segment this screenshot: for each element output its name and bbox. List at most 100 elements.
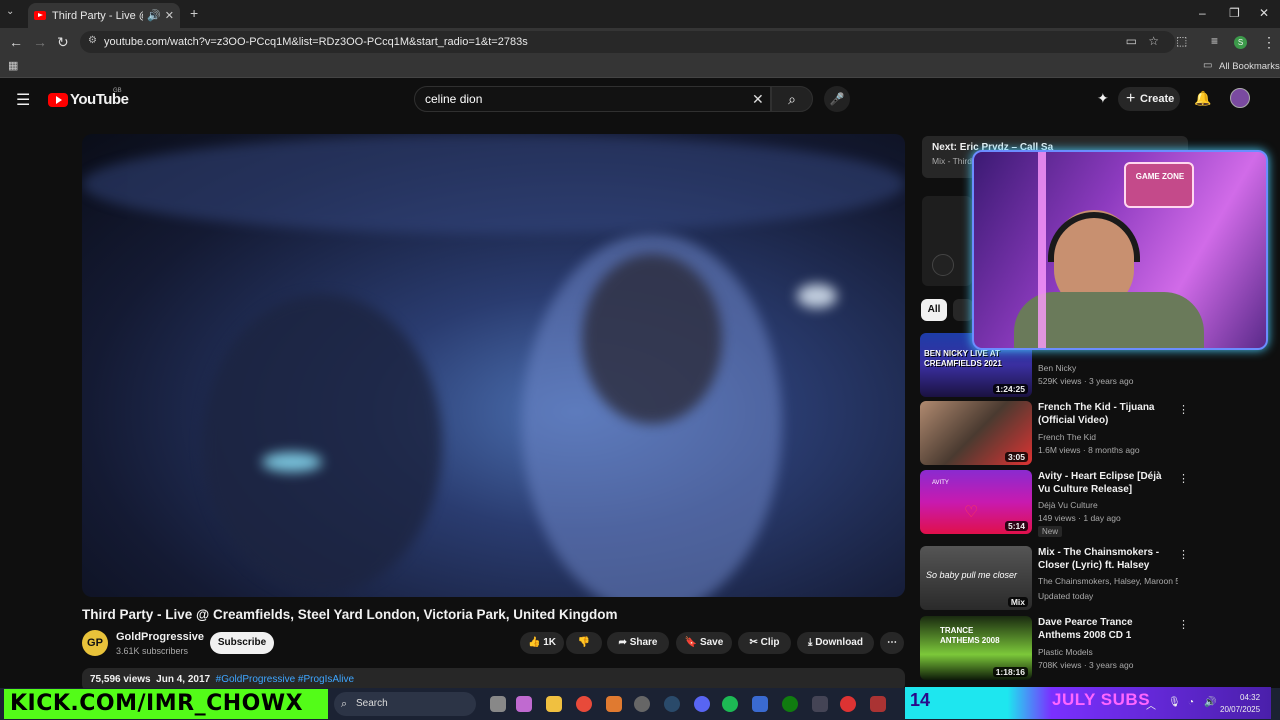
- taskbar-search[interactable]: ⌕ Search: [334, 692, 476, 716]
- task-view-icon[interactable]: [490, 696, 506, 712]
- channel-name[interactable]: The Chainsmokers, Halsey, Maroon 5, an..…: [1038, 576, 1178, 586]
- subscribe-button[interactable]: Subscribe: [210, 632, 274, 654]
- dislike-button[interactable]: 👎: [566, 632, 602, 654]
- search-button[interactable]: ⌕: [771, 86, 813, 112]
- more-options-icon[interactable]: ⋮: [1178, 548, 1189, 561]
- search-input[interactable]: celine dion: [414, 86, 771, 112]
- spotify-icon[interactable]: [722, 696, 738, 712]
- video-frame-dancer: [202, 294, 442, 594]
- reading-list-icon[interactable]: ≡: [1211, 34, 1218, 48]
- bookmark-star-icon[interactable]: ☆: [1148, 34, 1159, 48]
- close-window-icon[interactable]: ✕: [1259, 6, 1269, 20]
- more-options-icon[interactable]: ⋮: [1178, 618, 1189, 631]
- video-title[interactable]: Dave Pearce Trance Anthems 2008 CD 1: [1038, 616, 1166, 642]
- chip-all[interactable]: All: [921, 299, 947, 321]
- webcam-overlay: GAME ZONE: [972, 150, 1268, 350]
- app-icon[interactable]: [840, 696, 856, 712]
- video-title[interactable]: French The Kid - Tijuana (Official Video…: [1038, 401, 1166, 427]
- close-tab-icon[interactable]: ✕: [165, 9, 174, 22]
- voice-search-icon[interactable]: 🎤: [824, 86, 850, 112]
- video-thumbnail: 3:05: [920, 401, 1032, 465]
- forward-icon[interactable]: →: [33, 34, 47, 50]
- wifi-icon[interactable]: ◔: [1188, 697, 1194, 708]
- more-options-icon[interactable]: ⋮: [1178, 403, 1189, 416]
- apps-grid-icon[interactable]: ▦: [8, 59, 18, 72]
- profile-avatar[interactable]: S: [1234, 36, 1247, 49]
- copilot-icon[interactable]: [516, 696, 532, 712]
- scissors-icon: ✂: [749, 637, 758, 648]
- recommended-video[interactable]: TRANCE ANTHEMS 2008 1:18:16 Dave Pearce …: [920, 616, 1189, 680]
- volume-icon[interactable]: 🔊: [1204, 697, 1216, 708]
- channel-name[interactable]: French The Kid: [1038, 432, 1096, 442]
- minimize-icon[interactable]: –: [1199, 6, 1206, 20]
- download-button[interactable]: ⤓ Download: [797, 632, 874, 654]
- all-bookmarks-link[interactable]: All Bookmarks: [1219, 61, 1280, 72]
- file-explorer-icon[interactable]: [546, 696, 562, 712]
- chip-next[interactable]: [953, 299, 973, 321]
- reload-icon[interactable]: ↻: [57, 34, 69, 51]
- ai-sparkle-icon[interactable]: ✦: [1097, 90, 1109, 107]
- tray-chevron-icon[interactable]: ︿: [1146, 697, 1156, 712]
- hashtags[interactable]: #GoldProgressive #ProgIsAlive: [216, 674, 354, 685]
- browser-tab-active[interactable]: Third Party - Live @ Creamfi 🔊 ✕: [28, 3, 180, 28]
- hamburger-menu-icon[interactable]: ☰: [16, 90, 30, 110]
- save-button[interactable]: 🔖 Save: [676, 632, 732, 654]
- video-player[interactable]: [82, 134, 905, 597]
- new-badge: New: [1038, 526, 1063, 537]
- app-icon[interactable]: [634, 696, 650, 712]
- clock-time: 04:32: [1240, 693, 1261, 702]
- browser-toolbar: ← → ↻ ⚙ youtube.com/watch?v=z3OO-PCcq1M&…: [0, 28, 1280, 56]
- share-button[interactable]: ➦ Share: [607, 632, 669, 654]
- steam-icon[interactable]: [664, 696, 680, 712]
- recommended-video[interactable]: AVITY ♡ 5:14 Avity - Heart Eclipse [Déjà…: [920, 470, 1189, 537]
- tray-mic-icon[interactable]: 🎙: [1168, 697, 1181, 708]
- clear-search-icon[interactable]: ✕: [752, 91, 764, 108]
- obs-icon[interactable]: [606, 696, 622, 712]
- channel-name[interactable]: Plastic Models: [1038, 647, 1093, 657]
- chrome-icon[interactable]: [576, 696, 592, 712]
- recommended-video[interactable]: So baby pull me closer Mix Mix - The Cha…: [920, 546, 1189, 610]
- chrome-menu-icon[interactable]: ⋮: [1262, 34, 1276, 51]
- tab-list-icon[interactable]: ⌄: [6, 6, 14, 17]
- notifications-bell-icon[interactable]: 🔔: [1194, 90, 1211, 107]
- channel-name[interactable]: Déjà Vu Culture: [1038, 500, 1098, 510]
- extensions-icon[interactable]: ⬚: [1176, 34, 1187, 48]
- heart-icon: ♡: [964, 504, 979, 521]
- like-icon: 👍: [527, 637, 541, 648]
- site-info-icon[interactable]: ⚙: [88, 35, 97, 46]
- app-icon[interactable]: [870, 696, 886, 712]
- channel-name[interactable]: GoldProgressive: [116, 631, 204, 643]
- discord-icon[interactable]: [694, 696, 710, 712]
- app-icon[interactable]: [752, 696, 768, 712]
- video-meta: 149 views · 1 day ago: [1038, 513, 1121, 523]
- xbox-icon[interactable]: [782, 696, 798, 712]
- more-actions-button[interactable]: ⋯: [880, 632, 904, 654]
- playlist-card-thumb[interactable]: [922, 196, 972, 286]
- new-tab-icon[interactable]: +: [190, 5, 198, 21]
- video-frame-light: [797, 284, 837, 308]
- search-icon: ⌕: [788, 91, 796, 107]
- back-icon[interactable]: ←: [9, 34, 23, 50]
- address-bar[interactable]: ⚙ youtube.com/watch?v=z3OO-PCcq1M&list=R…: [80, 31, 1175, 53]
- recommended-video[interactable]: 3:05 French The Kid - Tijuana (Official …: [920, 401, 1189, 465]
- neon-light-strip: [1038, 152, 1046, 348]
- system-clock[interactable]: 04:32 20/07/2025: [1220, 692, 1260, 716]
- video-title[interactable]: Mix - The Chainsmokers - Closer (Lyric) …: [1038, 546, 1166, 572]
- channel-name[interactable]: Ben Nicky: [1038, 363, 1076, 373]
- more-options-icon[interactable]: ⋮: [1178, 472, 1189, 485]
- app-icon[interactable]: [812, 696, 828, 712]
- video-title[interactable]: Avity - Heart Eclipse [Déjà Vu Culture R…: [1038, 470, 1166, 496]
- video-title: Third Party - Live @ Creamfields, Steel …: [82, 607, 618, 622]
- download-label: Download: [815, 637, 863, 648]
- channel-avatar[interactable]: GP: [82, 630, 108, 656]
- youtube-play-triangle: [56, 96, 62, 104]
- cast-icon[interactable]: ▭: [1126, 34, 1137, 48]
- clip-button[interactable]: ✂ Clip: [738, 632, 791, 654]
- youtube-header: ☰ YouTube GB celine dion ✕ ⌕ 🎤 ✦ Create …: [0, 80, 1268, 120]
- create-button[interactable]: Create: [1118, 87, 1180, 111]
- audio-playing-icon[interactable]: 🔊: [147, 9, 161, 22]
- like-button[interactable]: 👍 1K: [520, 632, 564, 654]
- restore-icon[interactable]: ❐: [1229, 6, 1240, 20]
- thumbnail-text: AVITY: [932, 480, 949, 486]
- account-avatar[interactable]: [1230, 88, 1250, 108]
